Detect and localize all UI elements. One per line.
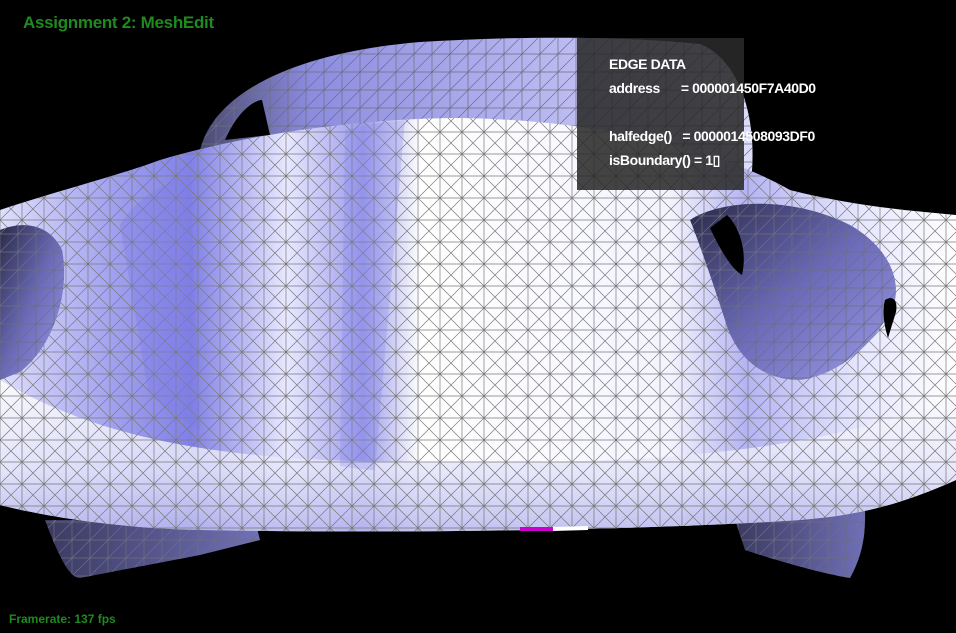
edge-data-panel: EDGE DATA address = 000001450F7A40D0 hal… <box>577 38 816 190</box>
framerate-readout: Framerate: 137 fps <box>9 612 116 626</box>
edge-address-readout: address = 000001450F7A40D0 <box>609 80 816 96</box>
edge-data-heading: EDGE DATA <box>609 56 686 72</box>
edge-isboundary-readout: isBoundary() = 1▯ <box>609 152 720 168</box>
edge-halfedge-readout: halfedge() = 0000014508093DF0 <box>609 128 815 144</box>
selected-edge-halfedge[interactable] <box>552 526 589 531</box>
app-title: Assignment 2: MeshEdit <box>23 13 214 32</box>
